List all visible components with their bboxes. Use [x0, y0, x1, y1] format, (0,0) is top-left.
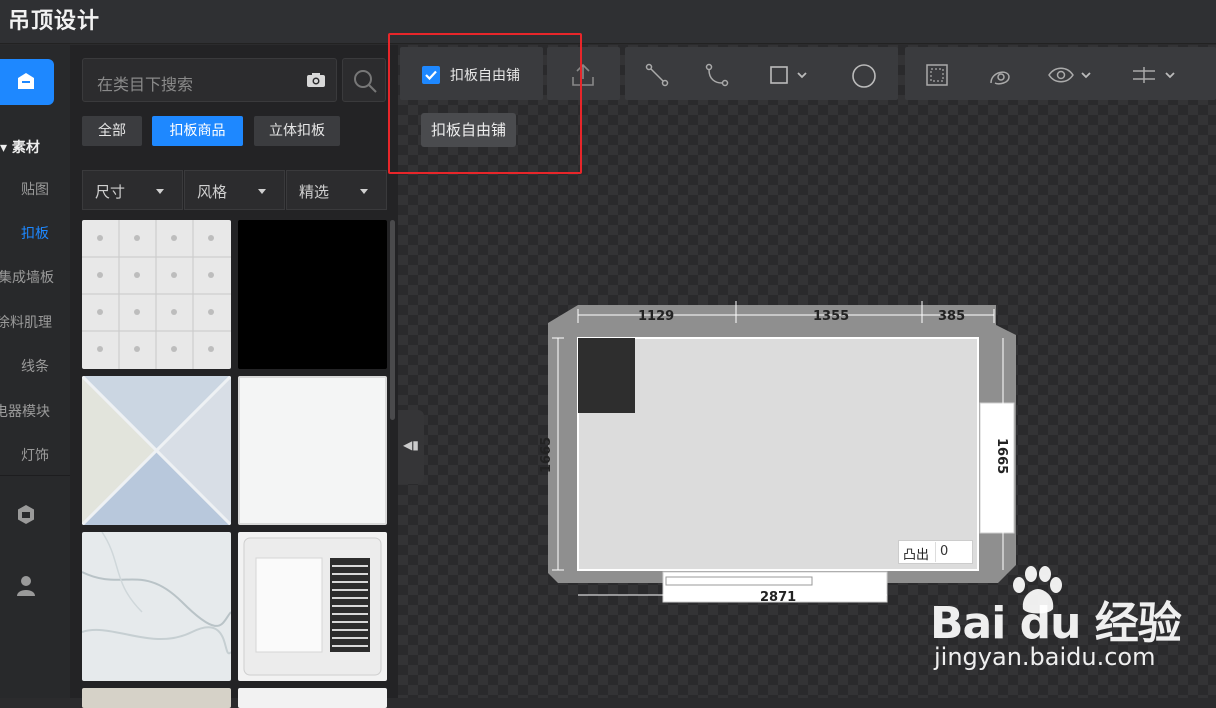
material-home-icon [18, 73, 34, 89]
bump-input[interactable]: 0 [935, 542, 971, 562]
caret-down-icon [156, 189, 164, 194]
watermark-url: jingyan.baidu.com [934, 643, 1156, 671]
tab-all[interactable]: 全部 [82, 116, 142, 146]
rail-item-paint[interactable]: 涂料肌理 [0, 312, 66, 332]
dim-right: 1665 [994, 438, 1009, 474]
tab-3d-panel[interactable]: 立体扣板 [254, 116, 340, 146]
panel-scrollbar[interactable] [390, 220, 395, 420]
collapse-panel-button[interactable]: ◀▮ [398, 410, 424, 484]
view-tool-group [905, 47, 1216, 100]
draw-tool-group [625, 47, 898, 100]
dim-top-2: 1355 [813, 309, 849, 324]
filter-size-label: 尺寸 [95, 183, 126, 201]
camera-icon[interactable] [306, 72, 326, 88]
rectangle-icon[interactable] [769, 63, 809, 87]
filter-style-label: 风格 [197, 183, 228, 201]
tab-panel-products[interactable]: 扣板商品 [152, 116, 243, 146]
rail-item-lines[interactable]: 线条 [0, 356, 70, 376]
material-tile-marble[interactable] [82, 532, 231, 681]
align-icon[interactable] [1131, 63, 1179, 87]
user-icon[interactable] [16, 575, 36, 597]
circle-icon[interactable] [851, 63, 877, 89]
search-placeholder: 在类目下搜索 [97, 75, 194, 94]
bump-label: 凸出 [903, 548, 930, 563]
dim-bottom: 2871 [760, 590, 796, 605]
dim-left: 1665 [539, 437, 554, 473]
rail-item-panel[interactable]: 扣板 [0, 223, 70, 243]
rail-item-texture[interactable]: 贴图 [0, 179, 70, 199]
rail-group-material[interactable]: ▾ 素材 [0, 137, 40, 157]
material-tile-patterned[interactable] [82, 220, 231, 369]
bump-control: 凸出 0 [898, 540, 973, 564]
caret-down-icon [258, 189, 266, 194]
filter-featured[interactable]: 精选 [286, 170, 387, 210]
material-tile-white[interactable] [238, 376, 387, 525]
search-button[interactable] [342, 58, 386, 102]
material-tile-partial[interactable] [238, 688, 387, 708]
baidu-watermark: Bai du 经验 jingyan.baidu.com [930, 565, 1216, 695]
select-area-icon[interactable] [925, 63, 949, 87]
material-tile-bath-heater[interactable] [238, 532, 387, 681]
annotation-highlight-box [388, 33, 582, 174]
material-panel: 在类目下搜索 全部 扣板商品 立体扣板 尺寸 风格 精选 [70, 45, 398, 708]
package-icon[interactable] [15, 503, 37, 527]
filter-size[interactable]: 尺寸 [82, 170, 183, 210]
search-icon [354, 70, 377, 93]
material-tile-blue-triangle[interactable] [82, 376, 231, 525]
title-bar: 吊顶设计 [0, 0, 1216, 44]
app-title: 吊顶设计 [8, 9, 101, 34]
rail-item-wall-panel[interactable]: 集成墙板 [0, 267, 68, 287]
lasso-icon[interactable] [987, 63, 1013, 89]
rail-group-label: 素材 [11, 140, 40, 156]
eye-icon[interactable] [1047, 63, 1095, 87]
rail-item-appliance[interactable]: 电器模块 [0, 401, 64, 421]
collapse-left-icon: ◀▮ [403, 438, 419, 452]
rail-divider [0, 475, 70, 476]
material-tile-black[interactable] [238, 220, 387, 369]
rail-item-lighting[interactable]: 灯饰 [0, 445, 70, 465]
material-tile-partial[interactable] [82, 688, 231, 708]
filter-featured-label: 精选 [299, 183, 330, 201]
caret-down-icon [360, 189, 368, 194]
dim-top-1: 1129 [638, 309, 674, 324]
watermark-brand: Bai du 经验 [930, 598, 1182, 649]
material-home-button[interactable] [0, 59, 54, 105]
line-icon[interactable] [645, 63, 669, 87]
search-input[interactable]: 在类目下搜索 [82, 58, 337, 102]
dim-top-3: 385 [938, 309, 965, 324]
filter-bar: 尺寸 风格 精选 [82, 170, 387, 210]
left-rail: ▾ 素材 贴图 扣板 集成墙板 涂料肌理 线条 电器模块 灯饰 [0, 45, 70, 698]
arc-icon[interactable] [705, 63, 729, 87]
filter-style[interactable]: 风格 [184, 170, 285, 210]
